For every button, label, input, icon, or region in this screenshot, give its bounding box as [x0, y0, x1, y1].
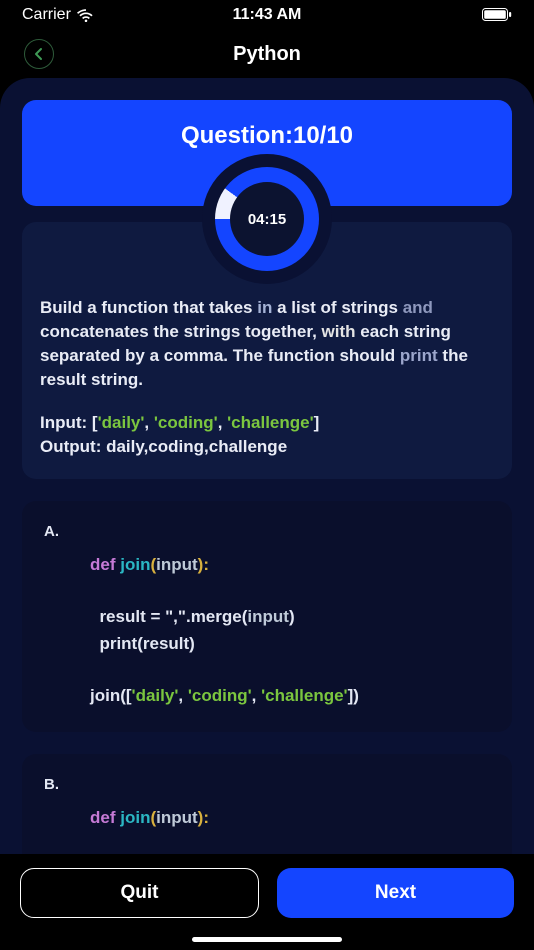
back-button[interactable]	[24, 39, 54, 69]
output-line: Output: daily,coding,challenge	[40, 435, 494, 459]
prompt-text: concatenates the strings together,	[40, 322, 322, 341]
code-text: result =	[90, 607, 165, 626]
code-str: 'coding'	[188, 686, 252, 705]
input-str: 'coding'	[154, 413, 218, 432]
battery-icon	[482, 8, 512, 22]
prompt-keyword-print: print	[400, 346, 438, 365]
io-block: Input: ['daily', 'coding', 'challenge'] …	[40, 411, 494, 459]
paren: ):	[198, 808, 209, 827]
status-left: Carrier	[22, 6, 95, 24]
page-title: Python	[233, 43, 301, 66]
prompt-text: Build a function that takes	[40, 298, 257, 317]
output-value: daily,coding,challenge	[106, 437, 287, 456]
timer-value: 04:15	[230, 182, 304, 256]
timer-ring: 04:15	[215, 167, 319, 271]
arrow-left-icon	[32, 47, 46, 61]
timer-container: 04:15	[22, 154, 512, 284]
code-str: 'daily'	[132, 686, 179, 705]
content-stage: Question:10/10 04:15 Build a function th…	[0, 78, 534, 854]
next-button[interactable]: Next	[277, 868, 514, 918]
quit-button[interactable]: Quit	[20, 868, 259, 918]
input-sep: ,	[218, 413, 227, 432]
prompt-keyword-with: with	[322, 322, 356, 341]
kw-def: def	[90, 808, 120, 827]
bottom-bar: Quit Next	[0, 854, 534, 950]
input-str: 'challenge'	[227, 413, 314, 432]
question-label: Question:	[181, 122, 293, 150]
clock: 11:43 AM	[233, 6, 302, 24]
code-text: ","	[165, 607, 186, 626]
arg: input	[247, 607, 289, 626]
input-close: ]	[314, 413, 320, 432]
prompt-text: a list of strings	[272, 298, 402, 317]
nav-bar: Python	[0, 30, 534, 78]
code-text: ,	[178, 686, 187, 705]
output-label: Output:	[40, 437, 106, 456]
status-bar: Carrier 11:43 AM	[0, 0, 534, 30]
answer-option-a[interactable]: A. def join(input): result = ",".merge(i…	[22, 501, 512, 732]
kw-def: def	[90, 555, 120, 574]
scroll-area[interactable]: Question:10/10 04:15 Build a function th…	[0, 78, 534, 854]
input-sep: ,	[144, 413, 153, 432]
code-text: join([	[90, 686, 132, 705]
arg: input	[156, 808, 198, 827]
arg: input	[156, 555, 198, 574]
home-indicator	[192, 937, 342, 942]
code-str: 'challenge'	[261, 686, 348, 705]
question-prompt: Build a function that takes in a list of…	[40, 296, 494, 393]
code-text: ])	[348, 686, 359, 705]
code-text: ,	[252, 686, 261, 705]
answer-option-b[interactable]: B. def join(input): result = ",".join(in…	[22, 754, 512, 854]
paren: ):	[198, 555, 209, 574]
code-text: .merge(	[186, 607, 247, 626]
code-text: )	[289, 607, 295, 626]
input-line: Input: ['daily', 'coding', 'challenge']	[40, 411, 494, 435]
input-label: Input: [	[40, 413, 98, 432]
carrier-label: Carrier	[22, 6, 71, 24]
wifi-icon	[77, 9, 95, 22]
fn-name: join	[120, 555, 150, 574]
answer-label: A.	[44, 523, 490, 540]
fn-name: join	[120, 808, 150, 827]
prompt-keyword-in: in	[257, 298, 272, 317]
code-block: def join(input): result = ",".join(input…	[44, 805, 490, 854]
code-text: print(result)	[90, 634, 195, 653]
input-str: 'daily'	[98, 413, 145, 432]
answer-label: B.	[44, 776, 490, 793]
code-block: def join(input): result = ",".merge(inpu…	[44, 552, 490, 710]
question-counter: 10/10	[293, 122, 353, 150]
timer-shell: 04:15	[202, 154, 332, 284]
prompt-keyword-and: and	[403, 298, 433, 317]
